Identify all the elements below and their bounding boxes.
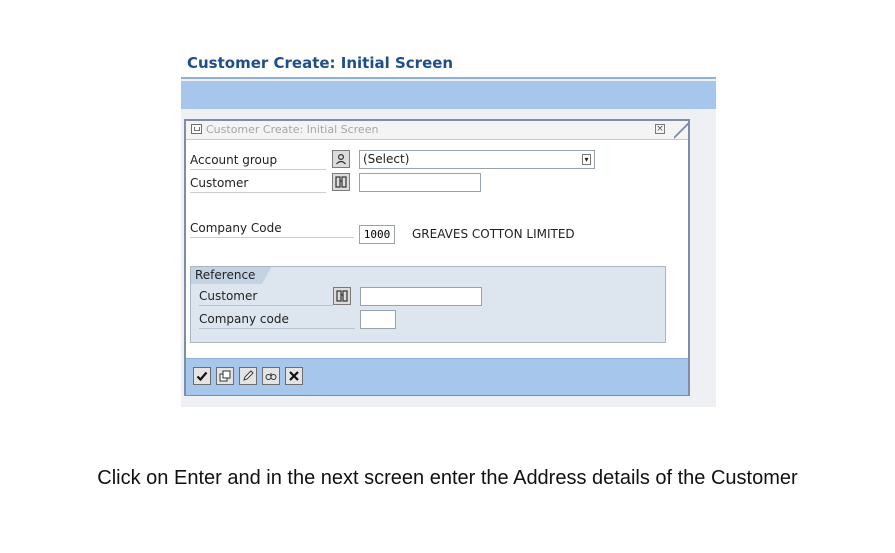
window-icon — [191, 124, 202, 134]
binoculars-icon[interactable] — [332, 173, 350, 191]
reference-group: Reference Customer Company code — [190, 266, 666, 343]
account-group-value: (Select) — [363, 152, 410, 166]
sap-screen: Customer Create: Initial Screen Customer… — [181, 47, 716, 407]
pencil-icon — [243, 370, 254, 381]
person-icon[interactable] — [332, 150, 350, 168]
company-code-field[interactable]: 1000 — [359, 225, 395, 244]
reference-company-code-input[interactable] — [360, 310, 396, 329]
page-title: Customer Create: Initial Screen — [187, 54, 454, 72]
x-icon — [289, 371, 299, 381]
cancel-button[interactable] — [285, 367, 303, 385]
dialog-window: Customer Create: Initial Screen × Accoun… — [184, 119, 690, 396]
reference-title: Reference — [191, 267, 272, 284]
dialog-title: Customer Create: Initial Screen — [206, 123, 379, 136]
screen-title-bar: Customer Create: Initial Screen — [181, 47, 716, 79]
slide-caption: Click on Enter and in the next screen en… — [97, 467, 798, 489]
dialog-titlebar[interactable]: Customer Create: Initial Screen × — [186, 121, 688, 140]
enter-button[interactable] — [193, 367, 211, 385]
application-toolbar — [181, 81, 716, 109]
dialog-footer — [186, 358, 688, 395]
edit-button[interactable] — [239, 367, 257, 385]
account-group-label: Account group — [190, 151, 326, 170]
dropdown-icon[interactable]: ▾ — [582, 154, 591, 165]
company-code-label: Company Code — [190, 219, 354, 238]
customer-label: Customer — [190, 174, 326, 193]
account-group-select[interactable]: (Select) ▾ — [359, 150, 595, 169]
company-name: GREAVES COTTON LIMITED — [412, 227, 575, 241]
reference-customer-label: Customer — [199, 287, 333, 306]
customer-input[interactable] — [359, 173, 481, 192]
binoculars-icon[interactable] — [333, 287, 351, 305]
check-icon — [196, 371, 208, 382]
binoculars-icon — [265, 373, 277, 380]
reference-company-code-label: Company code — [199, 310, 355, 329]
close-icon[interactable]: × — [655, 124, 665, 134]
all-screens-button[interactable] — [216, 367, 234, 385]
screens-icon — [219, 370, 231, 382]
search-button[interactable] — [262, 367, 280, 385]
reference-customer-input[interactable] — [360, 287, 482, 306]
titlebar-corner — [674, 121, 688, 139]
